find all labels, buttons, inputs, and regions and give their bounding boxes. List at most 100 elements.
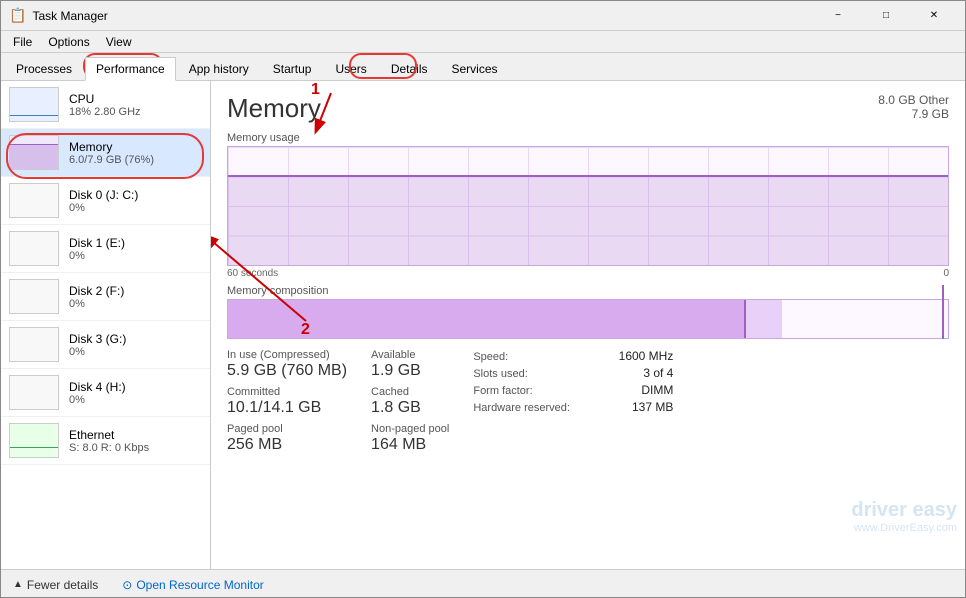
watermark-brand: driver easy: [851, 499, 957, 522]
stats-col-2: Available 1.9 GB Cached 1.8 GB Non-paged…: [371, 349, 449, 461]
sidebar-item-memory[interactable]: Memory 6.0/7.9 GB (76%): [1, 129, 210, 177]
in-use-value: 5.9 GB (760 MB): [227, 361, 347, 380]
committed-value: 10.1/14.1 GB: [227, 398, 347, 417]
available-label: Available: [371, 349, 449, 361]
tab-processes[interactable]: Processes: [5, 57, 83, 80]
comp-standby-bar: [746, 300, 782, 338]
app-window: 📋 Task Manager − □ ✕ File Options View P…: [0, 0, 966, 598]
stat-committed: Committed 10.1/14.1 GB: [227, 386, 347, 417]
graph-axis: 60 seconds 0: [227, 268, 949, 279]
fewer-details-icon: ▲: [13, 579, 23, 590]
slots-value: 3 of 4: [643, 366, 673, 380]
stat-in-use: In use (Compressed) 5.9 GB (760 MB): [227, 349, 347, 380]
disk3-value: 0%: [69, 346, 202, 358]
cached-label: Cached: [371, 386, 449, 398]
disk4-value: 0%: [69, 394, 202, 406]
menu-view[interactable]: View: [98, 33, 140, 51]
watermark-url: www.DriverEasy.com: [851, 522, 957, 534]
main-area: CPU 18% 2.80 GHz Memory 6.0/7.9 GB (76%)…: [1, 81, 965, 569]
window-title: Task Manager: [32, 9, 815, 23]
disk0-name: Disk 0 (J: C:): [69, 188, 202, 202]
stats-col-3: Speed: 1600 MHz Slots used: 3 of 4 Form …: [473, 349, 673, 461]
available-value: 1.9 GB: [371, 361, 449, 380]
graph-zero-label: 0: [943, 268, 949, 279]
tab-details[interactable]: Details: [380, 57, 439, 80]
disk4-thumbnail: [9, 375, 59, 410]
form-label: Form factor:: [473, 385, 573, 397]
disk2-thumbnail: [9, 279, 59, 314]
window-controls: − □ ✕: [815, 1, 957, 31]
stats-area: In use (Compressed) 5.9 GB (760 MB) Comm…: [227, 349, 949, 461]
menu-file[interactable]: File: [5, 33, 40, 51]
paged-pool-label: Paged pool: [227, 423, 347, 435]
non-paged-label: Non-paged pool: [371, 423, 449, 435]
disk3-name: Disk 3 (G:): [69, 332, 202, 346]
sidebar-item-cpu[interactable]: CPU 18% 2.80 GHz: [1, 81, 210, 129]
tab-startup[interactable]: Startup: [262, 57, 323, 80]
graph-usage-line: [228, 175, 948, 265]
non-paged-value: 164 MB: [371, 435, 449, 454]
close-button[interactable]: ✕: [911, 1, 957, 31]
disk2-value: 0%: [69, 298, 202, 310]
disk4-name: Disk 4 (H:): [69, 380, 202, 394]
stat-non-paged: Non-paged pool 164 MB: [371, 423, 449, 454]
menu-options[interactable]: Options: [40, 33, 97, 51]
disk3-thumbnail: [9, 327, 59, 362]
fewer-details-label: Fewer details: [27, 578, 98, 592]
disk4-info: Disk 4 (H:) 0%: [69, 380, 202, 406]
comp-free-bar: [782, 300, 948, 338]
sidebar-item-disk4[interactable]: Disk 4 (H:) 0%: [1, 369, 210, 417]
memory-subtitle: 8.0 GB Other 7.9 GB: [878, 93, 949, 121]
slots-label: Slots used:: [473, 368, 573, 380]
tab-services[interactable]: Services: [441, 57, 509, 80]
cpu-thumbnail: [9, 87, 59, 122]
disk1-thumbnail: [9, 231, 59, 266]
sidebar-item-disk0[interactable]: Disk 0 (J: C:) 0%: [1, 177, 210, 225]
disk0-value: 0%: [69, 202, 202, 214]
title-bar: 📋 Task Manager − □ ✕: [1, 1, 965, 31]
sidebar-item-disk3[interactable]: Disk 3 (G:) 0%: [1, 321, 210, 369]
stat-available: Available 1.9 GB: [371, 349, 449, 380]
disk1-name: Disk 1 (E:): [69, 236, 202, 250]
disk0-thumbnail: [9, 183, 59, 218]
resource-monitor-button[interactable]: ⊙ Open Resource Monitor: [118, 576, 267, 594]
right-panel: Memory 8.0 GB Other 7.9 GB Memory usage …: [211, 81, 965, 569]
disk0-info: Disk 0 (J: C:) 0%: [69, 188, 202, 214]
fewer-details-button[interactable]: ▲ Fewer details: [9, 576, 102, 594]
cached-value: 1.8 GB: [371, 398, 449, 417]
left-panel: CPU 18% 2.80 GHz Memory 6.0/7.9 GB (76%)…: [1, 81, 211, 569]
disk1-value: 0%: [69, 250, 202, 262]
sidebar-item-ethernet[interactable]: Ethernet S: 8.0 R: 0 Kbps: [1, 417, 210, 465]
in-use-label: In use (Compressed): [227, 349, 347, 361]
tab-app-history[interactable]: App history: [178, 57, 260, 80]
disk1-info: Disk 1 (E:) 0%: [69, 236, 202, 262]
sidebar-item-disk2[interactable]: Disk 2 (F:) 0%: [1, 273, 210, 321]
memory-subtitle-line1: 8.0 GB Other: [878, 93, 949, 107]
app-icon: 📋: [9, 7, 26, 24]
comp-marker: [942, 299, 944, 339]
comp-in-use-bar: [228, 300, 746, 338]
ethernet-info: Ethernet S: 8.0 R: 0 Kbps: [69, 428, 202, 454]
cpu-info: CPU 18% 2.80 GHz: [69, 92, 202, 118]
resource-monitor-icon: ⊙: [122, 578, 132, 592]
maximize-button[interactable]: □: [863, 1, 909, 31]
memory-name: Memory: [69, 140, 202, 154]
disk2-info: Disk 2 (F:) 0%: [69, 284, 202, 310]
composition-label: Memory composition: [227, 285, 949, 297]
memory-composition-section: Memory composition: [227, 285, 949, 339]
disk2-name: Disk 2 (F:): [69, 284, 202, 298]
status-bar: ▲ Fewer details ⊙ Open Resource Monitor: [1, 569, 965, 598]
memory-value: 6.0/7.9 GB (76%): [69, 154, 202, 166]
minimize-button[interactable]: −: [815, 1, 861, 31]
hw-reserved-label: Hardware reserved:: [473, 402, 573, 414]
stat-slots: Slots used: 3 of 4: [473, 366, 673, 380]
ethernet-value: S: 8.0 R: 0 Kbps: [69, 442, 202, 454]
stat-paged-pool: Paged pool 256 MB: [227, 423, 347, 454]
ethernet-thumbnail: [9, 423, 59, 458]
memory-header: Memory 8.0 GB Other 7.9 GB: [227, 93, 949, 124]
sidebar-item-disk1[interactable]: Disk 1 (E:) 0%: [1, 225, 210, 273]
tab-users[interactable]: Users: [324, 57, 377, 80]
tab-performance[interactable]: Performance: [85, 57, 176, 81]
stat-cached: Cached 1.8 GB: [371, 386, 449, 417]
memory-usage-graph: [227, 146, 949, 266]
